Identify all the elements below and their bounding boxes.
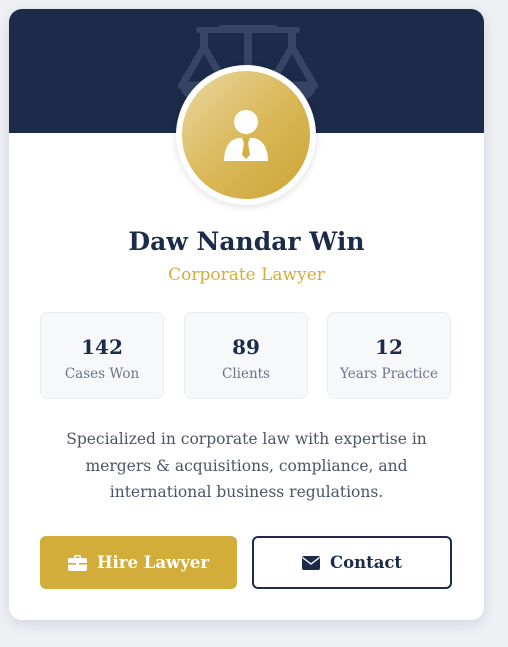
stat-cases-won: 142 Cases Won [40,312,164,399]
lawyer-name: Daw Nandar Win [128,227,365,256]
briefcase-icon [67,554,87,571]
contact-label: Contact [329,553,403,572]
hire-lawyer-label: Hire Lawyer [96,553,210,572]
user-tie-icon [224,110,268,161]
avatar [176,65,316,205]
stat-label: Clients [221,366,270,382]
stat-value: 142 [81,335,123,359]
stat-value: 12 [375,335,403,359]
stat-label: Years Practice [340,366,438,382]
hire-lawyer-button[interactable]: Hire Lawyer [40,536,237,589]
lawyer-bio: Specialized in corporate law with expert… [66,430,427,501]
stat-years-practice: 12 Years Practice [327,312,451,399]
lawyer-profile-card: Daw Nandar Win Corporate Lawyer 142 Case… [9,9,484,620]
stat-value: 89 [232,335,260,359]
stat-clients: 89 Clients [184,312,308,399]
contact-button[interactable]: Contact [252,536,452,589]
stat-label: Cases Won [64,366,140,382]
envelope-icon [301,555,320,570]
lawyer-title: Corporate Lawyer [168,265,325,285]
